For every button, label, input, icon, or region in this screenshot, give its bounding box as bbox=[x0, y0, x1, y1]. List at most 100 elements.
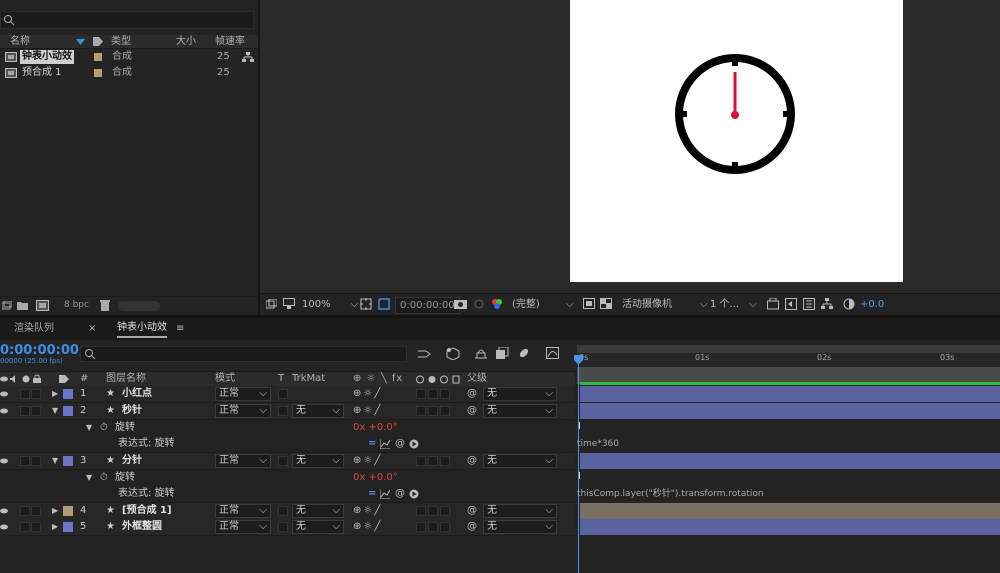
resolution-dropdown[interactable]: (完整) ⌵ bbox=[512, 297, 573, 312]
switch-checkbox[interactable] bbox=[428, 506, 438, 516]
preserve-transparency-checkbox[interactable] bbox=[278, 456, 288, 466]
expression-enable-icon[interactable]: = bbox=[368, 436, 376, 452]
zoom-dropdown[interactable]: 100% ⌵ bbox=[302, 297, 358, 312]
switch-checkbox[interactable] bbox=[416, 406, 426, 416]
pickwhip-icon[interactable]: @ bbox=[467, 386, 477, 402]
col-name[interactable]: 名称 bbox=[10, 35, 30, 48]
layer-duration-bar[interactable] bbox=[580, 519, 1000, 535]
mode-dropdown[interactable]: 正常 ⌵ bbox=[215, 404, 271, 418]
current-time-indicator[interactable] bbox=[578, 355, 579, 573]
solo-icon[interactable] bbox=[22, 375, 30, 383]
parent-dropdown[interactable]: 无 ⌵ bbox=[483, 387, 557, 401]
label-color[interactable] bbox=[94, 53, 102, 61]
stopwatch-icon[interactable]: ⏱ bbox=[100, 420, 108, 436]
solo-checkbox[interactable] bbox=[20, 456, 30, 466]
expression-text-field[interactable]: thisComp.layer("秒针").transform.rotation bbox=[577, 487, 764, 501]
exposure-reset-icon[interactable] bbox=[843, 298, 855, 310]
expression-pickwhip-icon[interactable]: @ bbox=[395, 436, 405, 452]
lock-icon[interactable] bbox=[33, 374, 41, 383]
switch-checkbox[interactable] bbox=[416, 506, 426, 516]
switch-checkbox[interactable] bbox=[440, 456, 450, 466]
tab-composition[interactable]: 钟表小动效 bbox=[117, 318, 167, 338]
parent-dropdown[interactable]: 无 ⌵ bbox=[483, 454, 557, 468]
layer-name[interactable]: 外框整圆 bbox=[122, 519, 162, 535]
preserve-transparency-checkbox[interactable] bbox=[278, 406, 288, 416]
audio-icon[interactable] bbox=[10, 375, 19, 383]
flowchart-icon[interactable] bbox=[821, 298, 833, 310]
lock-checkbox[interactable] bbox=[31, 389, 41, 399]
lock-checkbox[interactable] bbox=[31, 506, 41, 516]
expression-graph-icon[interactable] bbox=[380, 489, 390, 499]
layer-row[interactable]: ▶ 1 ★ 小红点 正常 ⌵ ⊕☼╱ @ 无 ⌵ bbox=[0, 386, 575, 403]
property-row-rotation[interactable]: ▼ ⏱ 旋转 0x +0.0° bbox=[0, 420, 575, 437]
expression-language-menu-icon[interactable] bbox=[409, 489, 419, 499]
exposure-value[interactable]: +0.0 bbox=[860, 297, 884, 312]
layer-name[interactable]: [预合成 1] bbox=[122, 503, 172, 519]
snapshot-camera-icon[interactable] bbox=[454, 298, 467, 309]
region-of-interest-icon[interactable] bbox=[583, 298, 595, 309]
label-tag-icon[interactable] bbox=[59, 375, 69, 383]
switch-checkbox[interactable] bbox=[440, 406, 450, 416]
col-mode[interactable]: 模式 bbox=[215, 372, 235, 386]
panel-divider[interactable] bbox=[258, 0, 260, 315]
col-size[interactable]: 大小 bbox=[176, 35, 196, 48]
layer-duration-bar[interactable] bbox=[580, 503, 1000, 519]
trkmat-dropdown[interactable]: 无 ⌵ bbox=[292, 404, 344, 418]
expand-closed-icon[interactable]: ▶ bbox=[52, 503, 58, 519]
layer-label-color[interactable] bbox=[63, 506, 73, 516]
switch-checkbox[interactable] bbox=[428, 522, 438, 532]
rotation-value[interactable]: 0x +0.0° bbox=[353, 470, 398, 486]
col-t[interactable]: T bbox=[278, 372, 284, 386]
layer-switches[interactable]: ⊕☼╱ bbox=[353, 503, 382, 519]
col-type[interactable]: 类型 bbox=[111, 35, 131, 48]
col-fps[interactable]: 帧速率 bbox=[215, 35, 245, 48]
panel-divider[interactable] bbox=[0, 315, 1000, 318]
transparency-grid-icon[interactable] bbox=[600, 298, 612, 309]
expression-text-field[interactable]: time*360 bbox=[577, 437, 619, 451]
eye-icon[interactable] bbox=[0, 523, 8, 531]
time-navigator[interactable] bbox=[577, 345, 1000, 353]
rotation-value[interactable]: 0x +0.0° bbox=[353, 420, 398, 436]
mode-dropdown[interactable]: 正常 ⌵ bbox=[215, 520, 271, 534]
layer-row[interactable]: ▼ 3 ★ 分针 正常 ⌵ 无 ⌵ ⊕☼╱ @ 无 ⌵ bbox=[0, 453, 575, 470]
draft-3d-icon[interactable] bbox=[446, 347, 460, 360]
label-color[interactable] bbox=[94, 69, 102, 77]
pickwhip-icon[interactable]: @ bbox=[467, 503, 477, 519]
solo-checkbox[interactable] bbox=[20, 522, 30, 532]
show-snapshot-icon[interactable] bbox=[473, 298, 485, 310]
trkmat-dropdown[interactable]: 无 ⌵ bbox=[292, 504, 344, 518]
motion-blur-icon[interactable] bbox=[518, 347, 530, 359]
switches-header[interactable]: ⊕ ☼ ╲ fx bbox=[353, 372, 403, 386]
frame-blending-icon[interactable] bbox=[496, 347, 509, 359]
expand-closed-icon[interactable]: ▶ bbox=[52, 519, 58, 535]
project-item[interactable]: 钟表小动效 合成 25 bbox=[0, 49, 258, 65]
switch-checkbox[interactable] bbox=[416, 456, 426, 466]
lock-checkbox[interactable] bbox=[31, 406, 41, 416]
parent-dropdown[interactable]: 无 ⌵ bbox=[483, 504, 557, 518]
layer-row[interactable]: ▼ 2 ★ 秒针 正常 ⌵ 无 ⌵ ⊕☼╱ @ 无 ⌵ bbox=[0, 403, 575, 420]
pickwhip-icon[interactable]: @ bbox=[467, 403, 477, 419]
project-search-input[interactable] bbox=[0, 11, 254, 29]
lock-checkbox[interactable] bbox=[31, 522, 41, 532]
layer-label-color[interactable] bbox=[63, 456, 73, 466]
layer-switches[interactable]: ⊕☼╱ bbox=[353, 519, 382, 535]
property-row-rotation[interactable]: ▼ ⏱ 旋转 0x +0.0° bbox=[0, 470, 575, 487]
bpc-label[interactable]: 8 bpc bbox=[64, 300, 89, 310]
stopwatch-icon[interactable]: ⏱ bbox=[100, 470, 108, 486]
switch-checkbox[interactable] bbox=[440, 522, 450, 532]
eye-icon[interactable] bbox=[0, 507, 8, 515]
current-time-field[interactable]: 0:00:00:00 bbox=[395, 297, 460, 314]
col-parent[interactable]: 父级 bbox=[467, 372, 487, 386]
graph-editor-icon[interactable] bbox=[546, 347, 559, 359]
switch-checkbox[interactable] bbox=[440, 506, 450, 516]
composition-canvas[interactable] bbox=[570, 0, 903, 282]
camera-dropdown[interactable]: 活动摄像机 ⌵ bbox=[622, 297, 708, 312]
comp-mini-flowchart-icon[interactable] bbox=[418, 348, 432, 360]
mode-dropdown[interactable]: 正常 ⌵ bbox=[215, 387, 271, 401]
expression-enable-icon[interactable]: = bbox=[368, 486, 376, 502]
flowchart-icon[interactable] bbox=[242, 52, 254, 62]
eye-icon[interactable] bbox=[0, 457, 8, 465]
expand-closed-icon[interactable]: ▶ bbox=[52, 386, 58, 402]
layer-row[interactable]: ▶ 4 ★ [预合成 1] 正常 ⌵ 无 ⌵ ⊕☼╱ @ 无 ⌵ bbox=[0, 503, 575, 520]
toggle-view-icon[interactable] bbox=[767, 298, 779, 310]
